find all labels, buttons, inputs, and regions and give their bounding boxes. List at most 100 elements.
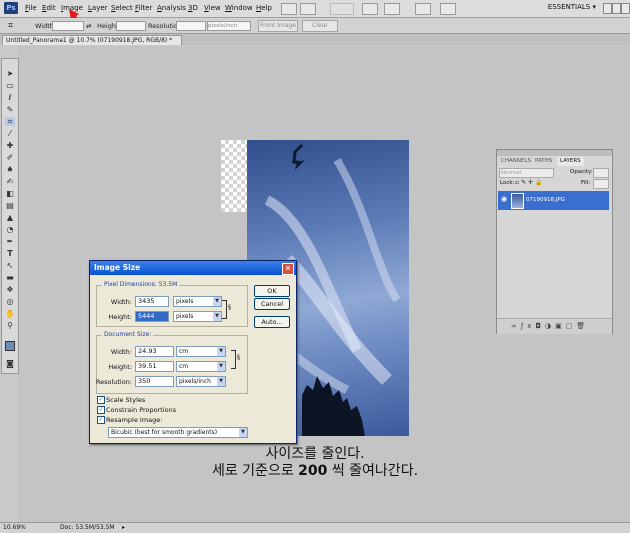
front-image-button[interactable]: Front Image	[258, 20, 298, 32]
eraser-tool-icon[interactable]: ◧	[5, 189, 15, 198]
doc-width-unit-select[interactable]: cm ▼	[176, 346, 226, 357]
resolution-input[interactable]: 350	[135, 376, 174, 387]
width-input[interactable]: 3435	[135, 296, 169, 307]
layer-row[interactable]: ◉ 07190918.JPG	[498, 191, 609, 210]
blur-tool-icon[interactable]: ▲	[5, 213, 15, 222]
move-tool-icon[interactable]: ➤	[5, 69, 15, 78]
hand-tool-icon[interactable]	[362, 3, 378, 15]
marquee-tool-icon[interactable]: ▭	[5, 81, 15, 90]
doc-height-unit-select[interactable]: cm ▼	[176, 361, 226, 372]
height-input[interactable]: 5444	[135, 311, 169, 322]
document-tab[interactable]: Untitled_Panorama1 @ 10.7% (07190918.JPG…	[2, 35, 182, 45]
screen-mode-icon[interactable]	[440, 3, 456, 15]
healing-brush-tool-icon[interactable]: ✚	[5, 141, 15, 150]
history-brush-tool-icon[interactable]: ✍	[5, 177, 15, 186]
quick-select-tool-icon[interactable]: ✎	[5, 105, 15, 114]
chevron-down-icon: ▼	[239, 428, 247, 437]
transparent-area-top-left	[221, 140, 247, 212]
clone-stamp-tool-icon[interactable]: ♠	[5, 165, 15, 174]
doc-width-input[interactable]: 24.93	[135, 346, 174, 357]
chevron-down-icon: ▼	[217, 347, 225, 356]
tab-paths[interactable]: PATHS	[532, 157, 555, 166]
menu-3d[interactable]: 3D	[188, 4, 198, 12]
3d-rotate-tool-icon[interactable]: ❖	[5, 285, 15, 294]
link-bracket	[231, 350, 236, 369]
layer-action-icons[interactable]: ∞ƒx◘◑▣▢🗑	[511, 322, 589, 330]
dialog-titlebar[interactable]: Image Size	[90, 261, 296, 275]
pen-tool-icon[interactable]: ✒	[5, 237, 15, 246]
maximize-button[interactable]	[612, 3, 621, 14]
close-icon[interactable]: ✕	[282, 263, 294, 275]
foreground-color-swatch[interactable]	[5, 341, 15, 351]
toolbox: ➤ ▭ ℓ ✎ ⌗ ⁄ ✚ ✐ ♠ ✍ ◧ ▤ ▲ ◔ ✒ T ↖ ▬ ❖ ◎ …	[1, 58, 19, 374]
chevron-down-icon: ▼	[217, 362, 225, 371]
menu-help[interactable]: Help	[256, 4, 272, 12]
chevron-down-icon: ▼	[217, 377, 225, 386]
auto-button[interactable]: Auto...	[254, 316, 290, 328]
doc-height-input[interactable]: 39.51	[135, 361, 174, 372]
chain-link-icon: §	[237, 354, 240, 361]
width-unit-select[interactable]: pixels ▼	[173, 296, 222, 307]
quick-mask-icon[interactable]: ◙	[5, 359, 15, 368]
doc-height-label: Height:	[108, 363, 132, 371]
width-input[interactable]	[52, 21, 84, 31]
hand-tool-icon[interactable]: ✋	[5, 309, 15, 318]
eyedropper-tool-icon[interactable]: ⁄	[5, 129, 15, 138]
menu-view[interactable]: View	[204, 4, 221, 12]
caption-line-1: 사이즈를 줄인다.	[265, 446, 365, 462]
lock-icons[interactable]: ▫✎✛🔒	[515, 179, 545, 186]
path-selection-tool-icon[interactable]: ↖	[5, 261, 15, 270]
blend-mode-select[interactable]: Normal	[499, 168, 554, 178]
pixel-dimensions-label: Pixel Dimensions: 53.5M	[102, 281, 180, 288]
resolution-unit-select[interactable]: pixels/inch	[207, 21, 251, 31]
menu-filter[interactable]: Filter	[135, 4, 152, 12]
opacity-input[interactable]	[593, 168, 609, 178]
fill-input[interactable]	[593, 179, 609, 189]
document-size-label: Document Size:	[102, 331, 154, 338]
lasso-tool-icon[interactable]: ℓ	[5, 93, 15, 102]
menu-select[interactable]: Select	[111, 4, 133, 12]
bridge-icon[interactable]	[281, 3, 297, 15]
document-tab-title: Untitled_Panorama1 @ 10.7% (07190918.JPG…	[6, 37, 173, 44]
visibility-eye-icon[interactable]: ◉	[501, 195, 507, 203]
workspace-switcher[interactable]: ESSENTIALS ▾	[548, 3, 596, 11]
swap-icon[interactable]: ⇄	[86, 22, 91, 30]
menu-file[interactable]: File	[25, 4, 37, 12]
chevron-down-icon: ▼	[213, 297, 221, 306]
resample-method-select[interactable]: Bicubic (best for smooth gradients) ▼	[108, 427, 248, 438]
panel-header	[497, 150, 612, 156]
clear-button[interactable]: Clear	[302, 20, 338, 32]
resolution-unit-select[interactable]: pixels/inch ▼	[176, 376, 226, 387]
close-window-button[interactable]	[621, 3, 630, 14]
zoom-level-select[interactable]	[330, 3, 354, 15]
resample-image-checkbox[interactable]: ✓	[97, 416, 105, 424]
menu-window[interactable]: Window	[225, 4, 253, 12]
menu-edit[interactable]: Edit	[42, 4, 56, 12]
resample-image-label: Resample Image:	[106, 416, 163, 424]
brush-tool-icon[interactable]: ✐	[5, 153, 15, 162]
height-input[interactable]	[116, 21, 146, 31]
shape-tool-icon[interactable]: ▬	[5, 273, 15, 282]
link-bracket	[222, 300, 227, 319]
3d-orbit-tool-icon[interactable]: ◎	[5, 297, 15, 306]
minibridge-icon[interactable]	[300, 3, 316, 15]
tab-channels[interactable]: CHANNELS	[498, 157, 534, 166]
crop-tool-icon[interactable]: ⌗	[8, 21, 13, 31]
type-tool-icon[interactable]: T	[5, 249, 15, 258]
crop-tool-icon[interactable]: ⌗	[5, 117, 15, 126]
gradient-tool-icon[interactable]: ▤	[5, 201, 15, 210]
chain-link-icon: §	[228, 304, 231, 311]
height-unit-select[interactable]: pixels ▼	[173, 311, 222, 322]
zoom-tool-icon[interactable]: ⚲	[5, 321, 15, 330]
dodge-tool-icon[interactable]: ◔	[5, 225, 15, 234]
scale-styles-checkbox[interactable]: ✓	[97, 396, 105, 404]
constrain-proportions-checkbox[interactable]: ✓	[97, 406, 105, 414]
ok-button[interactable]: OK	[254, 285, 290, 297]
resolution-input[interactable]	[176, 21, 206, 31]
arrange-documents-icon[interactable]	[415, 3, 431, 15]
tab-layers[interactable]: LAYERS	[557, 157, 584, 166]
cancel-button[interactable]: Cancel	[254, 298, 290, 310]
menu-analysis[interactable]: Analysis	[157, 4, 186, 12]
minimize-button[interactable]	[603, 3, 612, 14]
rotate-view-icon[interactable]	[384, 3, 400, 15]
